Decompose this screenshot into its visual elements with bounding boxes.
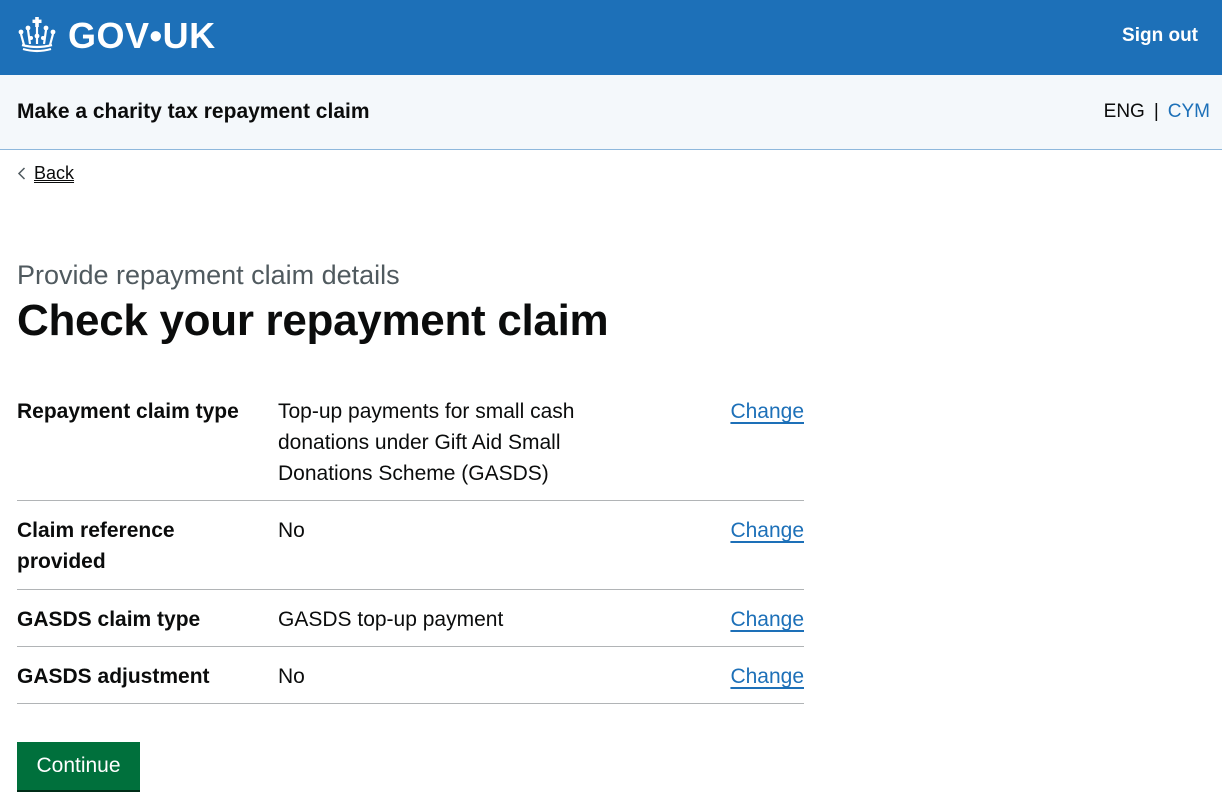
summary-key: GASDS adjustment (17, 665, 210, 688)
summary-row: GASDS claim type GASDS top-up payment Ch… (17, 590, 804, 647)
lang-cym-link[interactable]: CYM (1168, 101, 1210, 123)
service-navigation: Make a charity tax repayment claim ENG |… (0, 75, 1222, 150)
page-title: Check your repayment claim (17, 296, 609, 345)
summary-key: GASDS claim type (17, 608, 201, 631)
change-gasds-adjustment-link[interactable]: Change (730, 665, 804, 688)
logo-text: GOV•UK (68, 15, 216, 56)
summary-value: No (278, 519, 305, 542)
summary-key: Repayment claim type (17, 400, 239, 423)
summary-row: Repayment claim type Top-up payments for… (17, 390, 804, 501)
language-toggle: ENG | CYM (1104, 101, 1210, 123)
page-caption: Provide repayment claim details (17, 260, 400, 290)
gov-header: GOV•UK Sign out (0, 0, 1222, 75)
change-repayment-claim-type-link[interactable]: Change (730, 400, 804, 423)
summary-key: Claim reference provided (17, 519, 175, 573)
summary-list: Repayment claim type Top-up payments for… (17, 390, 804, 704)
change-gasds-claim-type-link[interactable]: Change (730, 608, 804, 631)
govuk-logo-link[interactable]: GOV•UK (16, 14, 216, 58)
summary-value: No (278, 665, 305, 688)
crown-icon (18, 17, 56, 53)
continue-button[interactable]: Continue (17, 742, 140, 790)
summary-value: Top-up payments for small cash donations… (278, 400, 575, 485)
summary-row: Claim reference provided No Change (17, 501, 804, 590)
chevron-left-icon (17, 167, 26, 180)
sign-out-link[interactable]: Sign out (1122, 25, 1198, 47)
back-link[interactable]: Back (17, 163, 74, 184)
service-name[interactable]: Make a charity tax repayment claim (17, 100, 370, 124)
summary-value: GASDS top-up payment (278, 608, 504, 631)
back-link-label: Back (34, 163, 75, 183)
change-claim-reference-link[interactable]: Change (730, 519, 804, 542)
summary-row: GASDS adjustment No Change (17, 647, 804, 704)
lang-separator: | (1153, 101, 1159, 122)
lang-eng: ENG (1103, 101, 1145, 122)
